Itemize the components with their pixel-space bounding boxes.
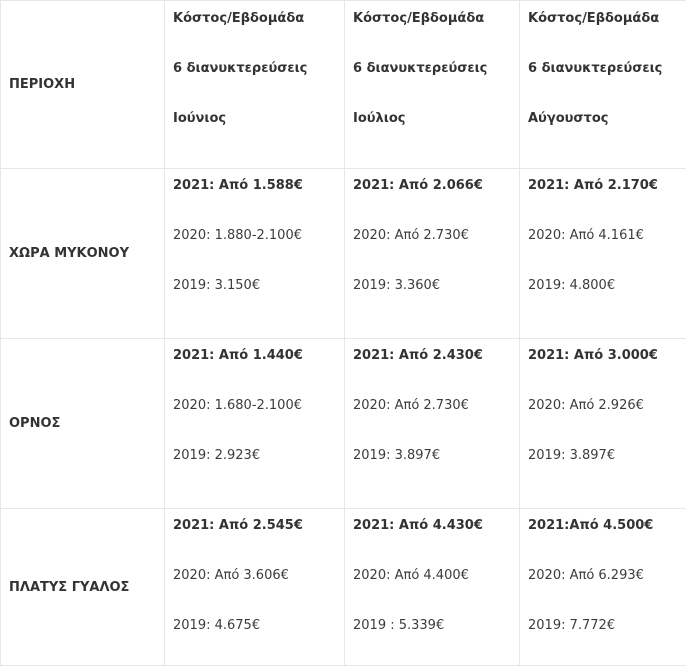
table-row: ΠΛΑΤΥΣ ΓΥΑΛΟΣ 2021: Από 2.545€ 2020: Από… bbox=[1, 509, 686, 666]
region-name: ΟΡΝΟΣ bbox=[1, 339, 165, 509]
price-2021: 2021: Από 2.170€ bbox=[528, 177, 686, 195]
region-header: ΠΕΡΙΟΧΗ bbox=[1, 1, 165, 169]
column-header-line: Κόστος/Εβδομάδα bbox=[528, 10, 686, 28]
table-row: ΟΡΝΟΣ 2021: Από 1.440€ 2020: 1.680-2.100… bbox=[1, 339, 686, 509]
price-2021: 2021: Από 2.545€ bbox=[173, 517, 344, 535]
price-2021: 2021: Από 4.430€ bbox=[353, 517, 519, 535]
price-2019: 2019: 4.675€ bbox=[173, 617, 344, 635]
price-2021: 2021:Από 4.500€ bbox=[528, 517, 686, 535]
column-header-line: 6 διανυκτερεύσεις bbox=[353, 60, 519, 78]
price-2020: 2020: 1.880-2.100€ bbox=[173, 227, 344, 245]
price-2019: 2019: 3.897€ bbox=[353, 447, 519, 465]
price-cell: 2021: Από 2.430€ 2020: Από 2.730€ 2019: … bbox=[345, 339, 520, 509]
region-name: ΠΛΑΤΥΣ ΓΥΑΛΟΣ bbox=[1, 509, 165, 666]
price-cell: 2021:Από 4.500€ 2020: Από 6.293€ 2019: 7… bbox=[520, 509, 686, 666]
price-2019: 2019: 4.800€ bbox=[528, 277, 686, 295]
column-header-month: Ιούλιος bbox=[353, 110, 519, 128]
price-2019: 2019: 2.923€ bbox=[173, 447, 344, 465]
price-2019: 2019: 3.897€ bbox=[528, 447, 686, 465]
price-2020: 2020: Από 3.606€ bbox=[173, 567, 344, 585]
price-2021: 2021: Από 3.000€ bbox=[528, 347, 686, 365]
table-row: ΧΩΡΑ ΜΥΚΟΝΟΥ 2021: Από 1.588€ 2020: 1.88… bbox=[1, 169, 686, 339]
price-cell: 2021: Από 1.588€ 2020: 1.880-2.100€ 2019… bbox=[165, 169, 345, 339]
price-2019: 2019: 7.772€ bbox=[528, 617, 686, 635]
price-2021: 2021: Από 1.588€ bbox=[173, 177, 344, 195]
price-cell: 2021: Από 1.440€ 2020: 1.680-2.100€ 2019… bbox=[165, 339, 345, 509]
price-cell: 2021: Από 2.170€ 2020: Από 4.161€ 2019: … bbox=[520, 169, 686, 339]
region-name: ΧΩΡΑ ΜΥΚΟΝΟΥ bbox=[1, 169, 165, 339]
table-header-row: ΠΕΡΙΟΧΗ Κόστος/Εβδομάδα 6 διανυκτερεύσει… bbox=[1, 1, 686, 169]
price-2020: 2020: Από 2.730€ bbox=[353, 227, 519, 245]
price-2019: 2019: 3.360€ bbox=[353, 277, 519, 295]
column-header-month: Ιούνιος bbox=[173, 110, 344, 128]
price-2021: 2021: Από 2.430€ bbox=[353, 347, 519, 365]
column-header-line: 6 διανυκτερεύσεις bbox=[528, 60, 686, 78]
column-header-july: Κόστος/Εβδομάδα 6 διανυκτερεύσεις Ιούλιο… bbox=[345, 1, 520, 169]
column-header-line: 6 διανυκτερεύσεις bbox=[173, 60, 344, 78]
price-2020: 2020: Από 4.400€ bbox=[353, 567, 519, 585]
price-2020: 2020: 1.680-2.100€ bbox=[173, 397, 344, 415]
price-cell: 2021: Από 2.066€ 2020: Από 2.730€ 2019: … bbox=[345, 169, 520, 339]
price-2019: 2019: 3.150€ bbox=[173, 277, 344, 295]
column-header-month: Αύγουστος bbox=[528, 110, 686, 128]
price-2020: 2020: Από 2.730€ bbox=[353, 397, 519, 415]
price-2021: 2021: Από 2.066€ bbox=[353, 177, 519, 195]
price-cell: 2021: Από 2.545€ 2020: Από 3.606€ 2019: … bbox=[165, 509, 345, 666]
price-2020: 2020: Από 6.293€ bbox=[528, 567, 686, 585]
column-header-june: Κόστος/Εβδομάδα 6 διανυκτερεύσεις Ιούνιο… bbox=[165, 1, 345, 169]
price-cell: 2021: Από 3.000€ 2020: Από 2.926€ 2019: … bbox=[520, 339, 686, 509]
price-cell: 2021: Από 4.430€ 2020: Από 4.400€ 2019 :… bbox=[345, 509, 520, 666]
price-2020: 2020: Από 4.161€ bbox=[528, 227, 686, 245]
price-table: ΠΕΡΙΟΧΗ Κόστος/Εβδομάδα 6 διανυκτερεύσει… bbox=[0, 0, 686, 666]
price-2019: 2019 : 5.339€ bbox=[353, 617, 519, 635]
price-2020: 2020: Από 2.926€ bbox=[528, 397, 686, 415]
column-header-line: Κόστος/Εβδομάδα bbox=[173, 10, 344, 28]
price-2021: 2021: Από 1.440€ bbox=[173, 347, 344, 365]
column-header-line: Κόστος/Εβδομάδα bbox=[353, 10, 519, 28]
column-header-august: Κόστος/Εβδομάδα 6 διανυκτερεύσεις Αύγουσ… bbox=[520, 1, 686, 169]
